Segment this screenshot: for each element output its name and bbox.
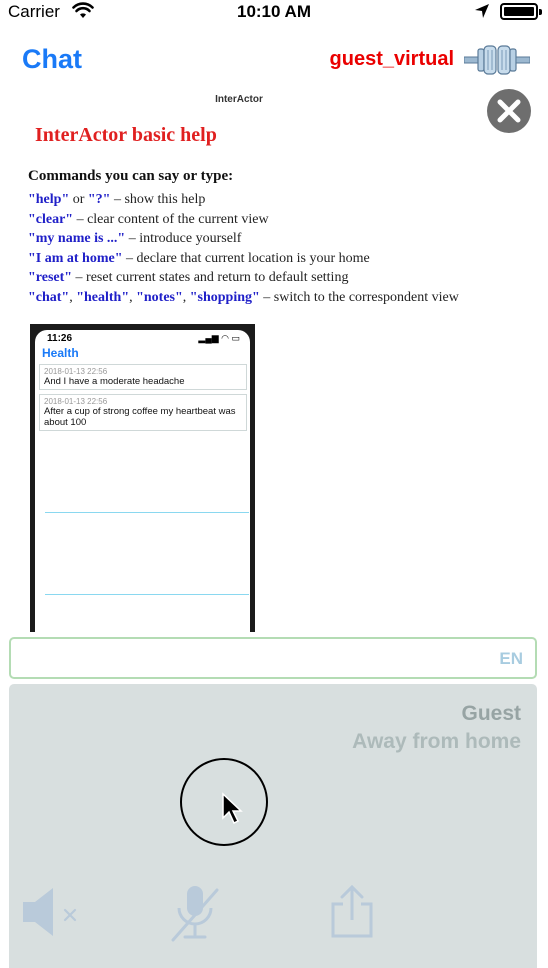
command-keyword: "notes" — [136, 289, 183, 305]
command-description: – show this help — [110, 192, 206, 207]
nav-bar: Chat guest_virtual — [0, 38, 548, 82]
guest-name: Guest — [461, 702, 521, 725]
help-panel: InterActor InterActor basic help Command… — [10, 86, 538, 632]
plug-icon[interactable] — [464, 40, 530, 80]
location-arrow-icon — [475, 4, 489, 18]
preview-title: Health — [42, 346, 79, 360]
preview-text: And I have a moderate headache — [44, 376, 185, 387]
phone-preview-image: 11:26 ▂▄▆ ◠ ▭ Health 2018-01-13 22:56 An… — [30, 324, 255, 632]
command-keyword: "?" — [87, 192, 111, 207]
preview-divider — [45, 512, 249, 513]
cursor-pointer-icon — [222, 792, 243, 825]
command-keyword: "clear" — [28, 211, 74, 227]
command-description: , — [182, 289, 190, 305]
phone-preview-screen: 11:26 ▂▄▆ ◠ ▭ Health 2018-01-13 22:56 An… — [35, 330, 250, 632]
command-description: – reset current states and return to def… — [72, 270, 349, 285]
command-keyword: "I am at home" — [28, 250, 123, 266]
command-keyword: "reset" — [28, 270, 73, 285]
battery-icon — [500, 3, 542, 20]
preview-time: 11:26 — [47, 333, 73, 344]
clock: 10:10 AM — [236, 2, 311, 21]
page-title: Chat — [22, 44, 82, 74]
command-description: – introduce yourself — [125, 231, 242, 246]
language-indicator[interactable]: EN — [499, 649, 523, 669]
message-input[interactable] — [19, 645, 479, 671]
preview-divider — [45, 594, 249, 595]
user-name[interactable]: guest_virtual — [330, 48, 454, 71]
message-input-bar: EN — [9, 637, 537, 679]
preview-message: 2018-01-13 22:56 And I have a moderate h… — [39, 364, 247, 390]
command-keyword: "my name is ..." — [28, 231, 126, 246]
preview-timestamp: 2018-01-13 22:56 — [44, 397, 108, 406]
help-app-name: InterActor — [215, 94, 263, 105]
close-icon[interactable] — [486, 88, 532, 134]
help-subtitle: Commands you can say or type: — [28, 168, 234, 184]
help-command: "my name is ..." – introduce yourself — [28, 231, 528, 251]
guest-location: Away from home — [352, 730, 521, 753]
command-keyword: "health" — [76, 289, 130, 305]
microphone-off-icon[interactable] — [169, 884, 223, 944]
speaker-muted-icon[interactable] — [21, 884, 83, 940]
command-keyword: "chat" — [28, 289, 70, 305]
command-keyword: "shopping" — [189, 289, 260, 305]
help-command: "clear" – clear content of the current v… — [28, 212, 528, 232]
share-icon[interactable] — [327, 884, 377, 940]
preview-status-icons: ▂▄▆ ◠ ▭ — [198, 333, 240, 343]
command-list: "help" or "?" – show this help "clear" – … — [28, 192, 528, 309]
help-title: InterActor basic help — [35, 124, 217, 146]
command-description: – clear content of the current view — [73, 211, 269, 227]
preview-timestamp: 2018-01-13 22:56 — [44, 367, 108, 376]
status-bar: Carrier 10:10 AM — [0, 0, 548, 26]
help-command: "chat", "health", "notes", "shopping" – … — [28, 290, 528, 310]
command-description: – switch to the correspondent view — [259, 289, 459, 305]
preview-message: 2018-01-13 22:56 After a cup of strong c… — [39, 394, 247, 431]
guest-status-panel: Guest Away from home — [9, 684, 537, 968]
command-keyword: "help" — [28, 192, 70, 207]
preview-text: After a cup of strong coffee my heartbea… — [44, 406, 236, 428]
command-description: – declare that current location is your … — [122, 250, 370, 266]
command-description: or — [69, 192, 88, 207]
help-command: "reset" – reset current states and retur… — [28, 270, 528, 290]
help-command: "help" or "?" – show this help — [28, 192, 528, 212]
help-command: "I am at home" – declare that current lo… — [28, 251, 528, 271]
